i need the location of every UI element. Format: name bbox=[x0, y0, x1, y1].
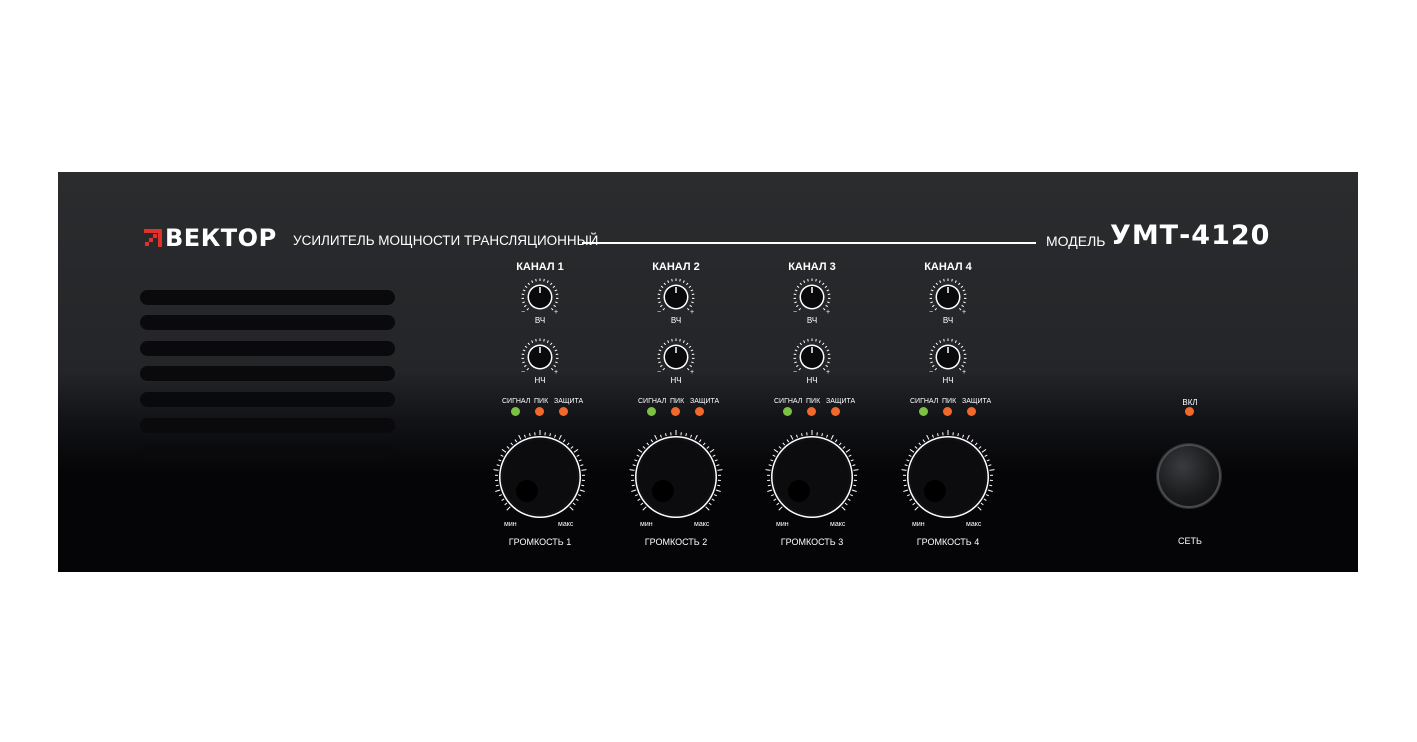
power-indicator-label: ВКЛ bbox=[1182, 398, 1198, 407]
channel-label: КАНАЛ 4 bbox=[924, 261, 972, 273]
tone-minus-mark: − bbox=[521, 369, 526, 376]
tone-plus-mark: + bbox=[690, 369, 695, 376]
bass-label: НЧ bbox=[670, 376, 682, 385]
volume-min-label: мин bbox=[504, 521, 517, 528]
volume-knob[interactable] bbox=[898, 427, 998, 527]
tone-plus-mark: + bbox=[826, 369, 831, 376]
brand-logo: ВЕКТОР bbox=[144, 224, 277, 252]
volume-min-label: мин bbox=[776, 521, 789, 528]
brand-name: ВЕКТОР bbox=[165, 224, 277, 252]
volume-knob[interactable] bbox=[490, 427, 590, 527]
tone-minus-mark: − bbox=[929, 309, 934, 316]
peak-led-label: ПИК bbox=[670, 398, 685, 405]
channel-label: КАНАЛ 1 bbox=[516, 261, 564, 273]
tone-plus-mark: + bbox=[554, 369, 559, 376]
signal-led bbox=[783, 407, 792, 416]
treble-label: ВЧ bbox=[942, 316, 954, 325]
vent-slot bbox=[140, 418, 395, 433]
tone-minus-mark: − bbox=[793, 369, 798, 376]
peak-led-label: ПИК bbox=[534, 398, 549, 405]
tone-plus-mark: + bbox=[690, 309, 695, 316]
protect-led bbox=[967, 407, 976, 416]
tone-minus-mark: − bbox=[793, 309, 798, 316]
bass-label: НЧ bbox=[942, 376, 954, 385]
vent-slot bbox=[140, 444, 395, 459]
peak-led-label: ПИК bbox=[942, 398, 957, 405]
tone-plus-mark: + bbox=[826, 309, 831, 316]
bass-label: НЧ bbox=[534, 376, 546, 385]
volume-min-label: мин bbox=[640, 521, 653, 528]
vent-slot bbox=[140, 290, 395, 305]
channel-label: КАНАЛ 2 bbox=[652, 261, 700, 273]
signal-led bbox=[919, 407, 928, 416]
treble-label: ВЧ bbox=[534, 316, 546, 325]
signal-led bbox=[511, 407, 520, 416]
signal-led-label: СИГНАЛ bbox=[502, 398, 531, 405]
channel-label: КАНАЛ 3 bbox=[788, 261, 836, 273]
volume-max-label: макс bbox=[830, 521, 846, 528]
volume-max-label: макс bbox=[558, 521, 574, 528]
signal-led bbox=[647, 407, 656, 416]
model-label: МОДЕЛЬ bbox=[1046, 233, 1106, 249]
vent-slot bbox=[140, 315, 395, 330]
vent-slot bbox=[140, 341, 395, 356]
protect-led bbox=[695, 407, 704, 416]
peak-led bbox=[535, 407, 544, 416]
peak-led bbox=[943, 407, 952, 416]
treble-label: ВЧ bbox=[670, 316, 682, 325]
protect-led-label: ЗАЩИТА bbox=[826, 398, 856, 405]
peak-led-label: ПИК bbox=[806, 398, 821, 405]
volume-label: ГРОМКОСТЬ 3 bbox=[780, 537, 844, 547]
volume-knob[interactable] bbox=[762, 427, 862, 527]
tone-plus-mark: + bbox=[962, 309, 967, 316]
peak-led bbox=[807, 407, 816, 416]
tone-minus-mark: − bbox=[657, 309, 662, 316]
volume-max-label: макс bbox=[966, 521, 982, 528]
power-button[interactable] bbox=[1157, 444, 1221, 508]
tone-plus-mark: + bbox=[554, 309, 559, 316]
tone-minus-mark: − bbox=[929, 369, 934, 376]
tone-minus-mark: − bbox=[521, 309, 526, 316]
volume-label: ГРОМКОСТЬ 4 bbox=[916, 537, 980, 547]
bass-label: НЧ bbox=[806, 376, 818, 385]
protect-led bbox=[831, 407, 840, 416]
signal-led-label: СИГНАЛ bbox=[774, 398, 803, 405]
peak-led bbox=[671, 407, 680, 416]
power-button-label: СЕТЬ bbox=[1178, 536, 1202, 546]
treble-label: ВЧ bbox=[806, 316, 818, 325]
volume-label: ГРОМКОСТЬ 1 bbox=[508, 537, 572, 547]
tone-minus-mark: − bbox=[657, 369, 662, 376]
volume-max-label: макс bbox=[694, 521, 710, 528]
protect-led-label: ЗАЩИТА bbox=[962, 398, 992, 405]
protect-led-label: ЗАЩИТА bbox=[690, 398, 720, 405]
volume-label: ГРОМКОСТЬ 2 bbox=[644, 537, 708, 547]
signal-led-label: СИГНАЛ bbox=[638, 398, 667, 405]
model-name: УМТ-4120 bbox=[1110, 220, 1271, 251]
power-led bbox=[1185, 407, 1194, 416]
volume-knob[interactable] bbox=[626, 427, 726, 527]
header-divider bbox=[582, 242, 1036, 244]
protect-led bbox=[559, 407, 568, 416]
protect-led-label: ЗАЩИТА bbox=[554, 398, 584, 405]
volume-min-label: мин bbox=[912, 521, 925, 528]
product-subtitle: УСИЛИТЕЛЬ МОЩНОСТИ ТРАНСЛЯЦИОННЫЙ bbox=[293, 233, 599, 248]
signal-led-label: СИГНАЛ bbox=[910, 398, 939, 405]
vent-slot bbox=[140, 392, 395, 407]
vent-slot bbox=[140, 366, 395, 381]
brand-arrow-icon bbox=[144, 229, 162, 247]
tone-plus-mark: + bbox=[962, 369, 967, 376]
